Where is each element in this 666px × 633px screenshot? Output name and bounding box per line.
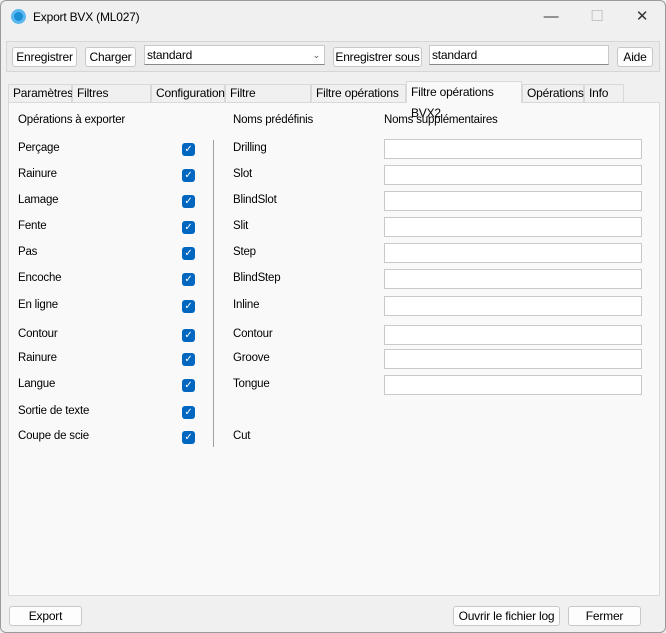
operation-label: Contour [18, 328, 58, 340]
operation-label: Fente [18, 220, 47, 232]
export-button[interactable]: Export [9, 606, 82, 626]
predefined-name: Step [233, 246, 256, 258]
predefined-name: Groove [233, 352, 270, 364]
operation-checkbox[interactable]: ✓ [182, 353, 195, 366]
additional-name-input[interactable] [384, 243, 642, 263]
tab-info[interactable]: Info [584, 84, 624, 102]
operation-checkbox[interactable]: ✓ [182, 406, 195, 419]
additional-name-input[interactable] [384, 269, 642, 289]
predefined-name: BlindStep [233, 272, 281, 284]
close-button[interactable]: Fermer [568, 606, 641, 626]
operation-checkbox[interactable]: ✓ [182, 300, 195, 313]
save-button[interactable]: Enregistrer [12, 47, 77, 67]
additional-name-input[interactable] [384, 191, 642, 211]
operation-checkbox[interactable]: ✓ [182, 273, 195, 286]
additional-name-input[interactable] [384, 165, 642, 185]
operation-checkbox[interactable]: ✓ [182, 247, 195, 260]
operation-label: Encoche [18, 272, 62, 284]
maximize-icon[interactable]: ☐ [577, 5, 617, 29]
predefined-name: Slit [233, 220, 249, 232]
load-button[interactable]: Charger [85, 47, 136, 67]
operations-header: Opérations à exporter [18, 114, 126, 126]
predefined-name: Tongue [233, 378, 270, 390]
tab-configuration[interactable]: Configuration [151, 84, 225, 102]
operation-label: Pas [18, 246, 38, 258]
operation-label: Coupe de scie [18, 430, 89, 442]
operation-label: Sortie de texte [18, 405, 90, 417]
operation-label: Rainure [18, 168, 57, 180]
additional-name-input[interactable] [384, 325, 642, 345]
operation-label: Langue [18, 378, 56, 390]
save-as-name-input[interactable]: standard [429, 45, 609, 65]
operation-checkbox[interactable]: ✓ [182, 379, 195, 392]
additional-name-input[interactable] [384, 375, 642, 395]
tab-filtre-operations-bvx2[interactable]: Filtre opérations BVX2 [406, 81, 522, 120]
tab-filtres-export[interactable]: Filtres d'export [72, 84, 151, 117]
save-as-button[interactable]: Enregistrer sous [333, 47, 422, 67]
additional-name-input[interactable] [384, 139, 642, 159]
open-log-button[interactable]: Ouvrir le fichier log [453, 606, 560, 626]
chevron-down-icon: ⌄ [312, 50, 321, 60]
window-title: Export BVX (ML027) [33, 10, 140, 24]
predefined-name: Drilling [233, 142, 267, 154]
app-logo-icon [11, 9, 26, 24]
operation-checkbox[interactable]: ✓ [182, 195, 195, 208]
additional-name-input[interactable] [384, 349, 642, 369]
divider [213, 140, 214, 447]
minimize-icon[interactable]: — [531, 5, 571, 29]
additional-name-input[interactable] [384, 296, 642, 316]
tab-parametres[interactable]: Paramètres [8, 84, 73, 102]
operation-label: Lamage [18, 194, 59, 206]
tab-filtre-operations-2[interactable]: Filtre opérations 2 [311, 84, 406, 117]
profile-select[interactable]: standard ⌄ [144, 45, 325, 65]
close-icon[interactable]: ✕ [622, 5, 662, 29]
operation-checkbox[interactable]: ✓ [182, 431, 195, 444]
tab-operations[interactable]: Opérations [522, 84, 584, 102]
predefined-name: Cut [233, 430, 251, 442]
predefined-name: Inline [233, 299, 260, 311]
operation-checkbox[interactable]: ✓ [182, 221, 195, 234]
operation-label: Rainure [18, 352, 57, 364]
predefined-name: Slot [233, 168, 253, 180]
operation-label: En ligne [18, 299, 58, 311]
predefined-name: Contour [233, 328, 273, 340]
export-bvx-window: Export BVX (ML027) — ☐ ✕ Enregistrer Cha… [0, 0, 666, 633]
operation-checkbox[interactable]: ✓ [182, 329, 195, 342]
operation-label: Perçage [18, 142, 60, 154]
help-button[interactable]: Aide [617, 47, 653, 67]
operation-checkbox[interactable]: ✓ [182, 143, 195, 156]
tab-filtre-operations[interactable]: Filtre opérations [225, 84, 311, 117]
predefined-names-header: Noms prédéfinis [233, 114, 314, 126]
profile-select-value: standard [147, 48, 193, 62]
predefined-name: BlindSlot [233, 194, 277, 206]
operation-checkbox[interactable]: ✓ [182, 169, 195, 182]
additional-name-input[interactable] [384, 217, 642, 237]
